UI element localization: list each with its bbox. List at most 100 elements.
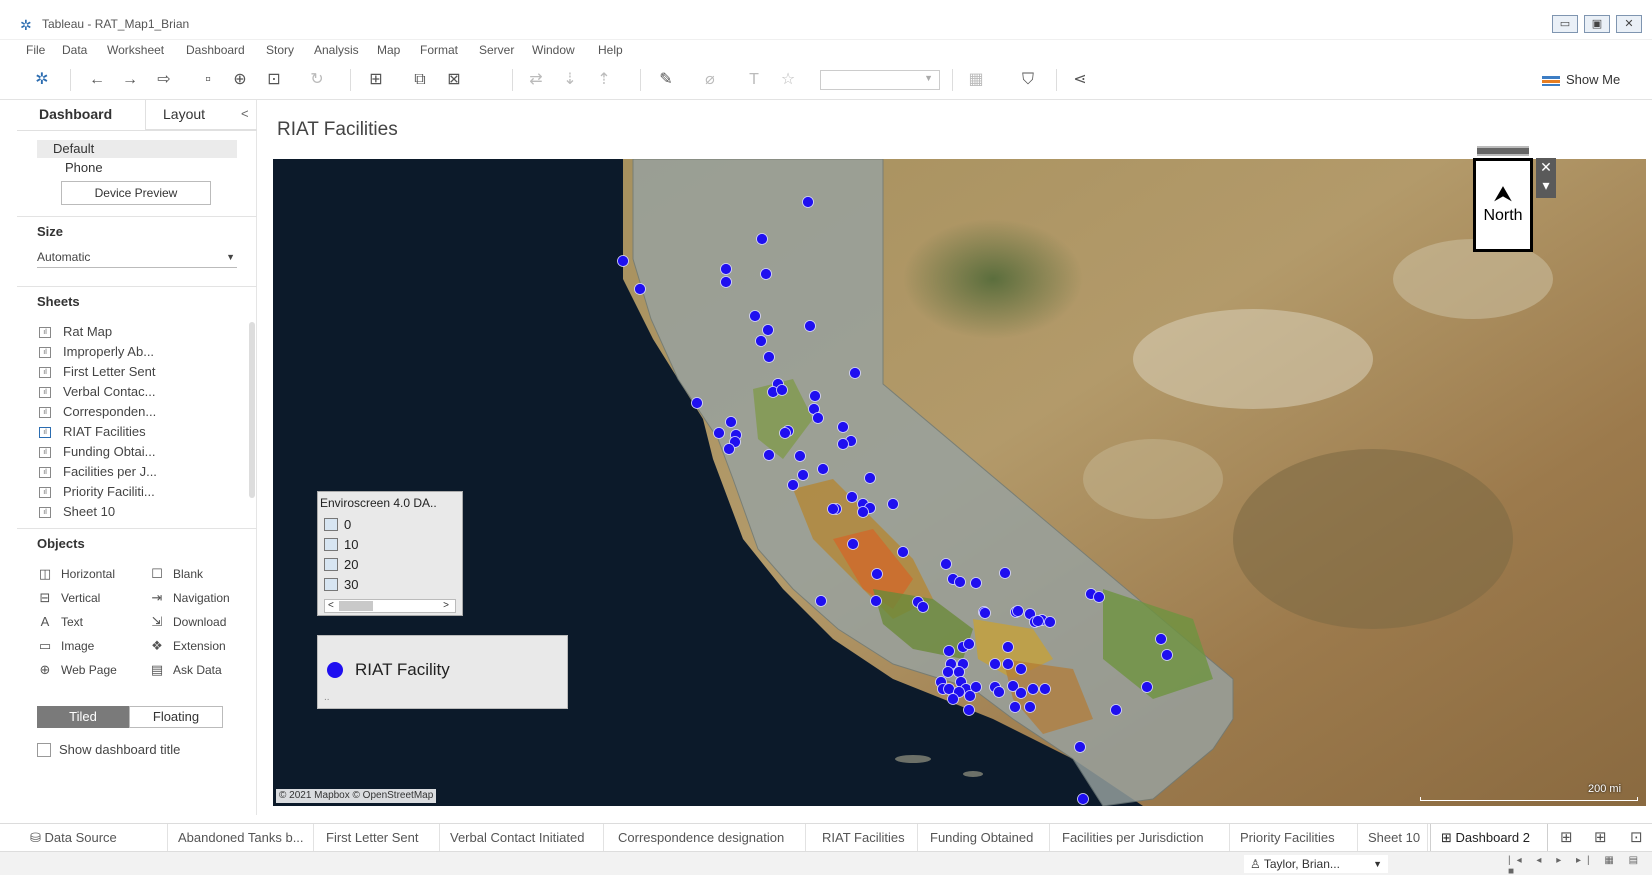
sheet-item-facilities-per-jurisdiction[interactable]: ıl Facilities per J... xyxy=(37,462,237,482)
share-icon[interactable]: ⋖ xyxy=(1068,68,1092,92)
riat-facility-marker[interactable] xyxy=(817,463,829,475)
object-web-page[interactable]: ⊕ Web Page xyxy=(37,660,117,680)
riat-facility-marker[interactable] xyxy=(897,546,909,558)
menu-help[interactable]: Help xyxy=(598,40,623,60)
riat-facility-marker[interactable] xyxy=(1024,701,1036,713)
riat-facility-marker[interactable] xyxy=(725,416,737,428)
riat-facility-marker[interactable] xyxy=(809,390,821,402)
device-default[interactable]: Default xyxy=(37,140,237,158)
tab-dashboard-2[interactable]: ⊞ Dashboard 2 xyxy=(1430,824,1548,852)
tab-verbal-contact-initiated[interactable]: Verbal Contact Initiated xyxy=(440,824,604,852)
highlight-icon[interactable]: ✎ xyxy=(654,68,678,92)
riat-facility-marker[interactable] xyxy=(762,324,774,336)
scroll-left-arrow[interactable]: < xyxy=(328,600,334,611)
riat-facility-marker[interactable] xyxy=(797,469,809,481)
sheet-item-rat-map[interactable]: ıl Rat Map xyxy=(37,322,237,342)
riat-facility-marker[interactable] xyxy=(763,351,775,363)
menu-map[interactable]: Map xyxy=(377,40,400,60)
new-worksheet-tab-icon[interactable]: ⊞ xyxy=(1560,824,1573,852)
swap-rows-columns-icon[interactable]: ⇄ xyxy=(524,68,548,92)
riat-facility-marker[interactable] xyxy=(954,576,966,588)
riat-facility-marker[interactable] xyxy=(794,450,806,462)
riat-facility-marker[interactable] xyxy=(870,595,882,607)
riat-facility-marker[interactable] xyxy=(776,384,788,396)
show-mark-labels-icon[interactable]: T xyxy=(742,68,766,92)
menu-file[interactable]: File xyxy=(26,40,45,60)
fit-dropdown[interactable]: ▼ xyxy=(820,70,940,90)
sheet-item-funding-obtained[interactable]: ıl Funding Obtai... xyxy=(37,442,237,462)
riat-facility-marker[interactable] xyxy=(691,397,703,409)
menu-data[interactable]: Data xyxy=(62,40,87,60)
sheet-item-priority-facilities[interactable]: ıl Priority Faciliti... xyxy=(37,482,237,502)
collapse-pane-button[interactable]: < xyxy=(241,106,249,121)
new-worksheet-icon[interactable]: ⊞ xyxy=(364,68,388,92)
riat-facility-marker[interactable] xyxy=(953,666,965,678)
riat-facility-marker[interactable] xyxy=(713,427,725,439)
riat-facility-marker[interactable] xyxy=(720,276,732,288)
save-icon[interactable]: ▫ xyxy=(196,68,220,92)
sheet-item-first-letter-sent[interactable]: ıl First Letter Sent xyxy=(37,362,237,382)
riat-facility-marker[interactable] xyxy=(887,498,899,510)
tab-funding-obtained[interactable]: Funding Obtained xyxy=(920,824,1050,852)
riat-facility-marker[interactable] xyxy=(849,367,861,379)
legend-item[interactable]: 20 xyxy=(324,557,358,572)
riat-facility-marker[interactable] xyxy=(1009,701,1021,713)
riat-facility-marker[interactable] xyxy=(947,693,959,705)
drag-handle[interactable] xyxy=(1477,146,1529,156)
object-ask-data[interactable]: ▤ Ask Data xyxy=(149,660,222,680)
sheet-item-correspondence[interactable]: ıl Corresponden... xyxy=(37,402,237,422)
sort-descending-icon[interactable]: ⇡ xyxy=(592,68,616,92)
show-cards-icon[interactable]: ▦ xyxy=(964,68,988,92)
tab-dashboard[interactable]: Dashboard xyxy=(39,106,112,122)
riat-facility-marker[interactable] xyxy=(943,645,955,657)
riat-facility-marker[interactable] xyxy=(964,690,976,702)
riat-facility-marker[interactable] xyxy=(963,638,975,650)
remove-object-button[interactable]: ✕ ▾ xyxy=(1536,158,1556,198)
floating-toggle[interactable]: Floating xyxy=(129,706,223,728)
size-dropdown[interactable]: Automatic ▼ xyxy=(37,246,237,268)
sheet-navigation-controls[interactable]: |◂ ◂ ▸ ▸| ▦ ▤ ■ xyxy=(1508,855,1652,875)
riat-facility-marker[interactable] xyxy=(779,427,791,439)
riat-facility-marker[interactable] xyxy=(989,658,1001,670)
riat-facility-marker[interactable] xyxy=(1074,741,1086,753)
riat-facility-marker[interactable] xyxy=(720,263,732,275)
group-members-icon[interactable]: ⌀ xyxy=(698,68,722,92)
riat-facility-marker[interactable] xyxy=(993,686,1005,698)
riat-facility-marker[interactable] xyxy=(917,601,929,613)
riat-facility-marker[interactable] xyxy=(1032,615,1044,627)
menu-story[interactable]: Story xyxy=(266,40,294,60)
sheet-item-sheet-10[interactable]: ıl Sheet 10 xyxy=(37,502,237,522)
tab-priority-facilities[interactable]: Priority Facilities xyxy=(1230,824,1358,852)
riat-facility-marker[interactable] xyxy=(1015,663,1027,675)
riat-facility-marker[interactable] xyxy=(837,438,849,450)
riat-facility-marker[interactable] xyxy=(1002,658,1014,670)
riat-facility-marker[interactable] xyxy=(1044,616,1056,628)
riat-facility-marker[interactable] xyxy=(815,595,827,607)
tab-riat-facilities[interactable]: RIAT Facilities xyxy=(812,824,918,852)
riat-facility-marker[interactable] xyxy=(846,491,858,503)
sheet-item-improperly-abandoned[interactable]: ıl Improperly Ab... xyxy=(37,342,237,362)
tab-abandoned-tanks[interactable]: Abandoned Tanks b... xyxy=(168,824,314,852)
object-blank[interactable]: ☐ Blank xyxy=(149,564,203,584)
legend-horizontal-scrollbar[interactable]: < > xyxy=(324,599,456,613)
tab-correspondence-designation[interactable]: Correspondence designation xyxy=(608,824,806,852)
replace-data-source-icon[interactable]: ⇨ xyxy=(152,68,176,92)
riat-facility-marker[interactable] xyxy=(1161,649,1173,661)
new-story-tab-icon[interactable]: ⊡ xyxy=(1630,824,1643,852)
riat-facility-marker[interactable] xyxy=(871,568,883,580)
riat-facility-marker[interactable] xyxy=(970,577,982,589)
map-attribution[interactable]: © 2021 Mapbox © OpenStreetMap xyxy=(276,789,437,803)
object-image[interactable]: ▭ Image xyxy=(37,636,95,656)
riat-facility-marker[interactable] xyxy=(723,443,735,455)
menu-format[interactable]: Format xyxy=(420,40,458,60)
riat-facility-marker[interactable] xyxy=(1077,793,1089,805)
riat-facility-marker[interactable] xyxy=(1093,591,1105,603)
riat-facility-marker[interactable] xyxy=(942,666,954,678)
maximize-button[interactable]: ▣ xyxy=(1584,15,1610,33)
riat-facility-marker[interactable] xyxy=(760,268,772,280)
riat-facility-marker[interactable] xyxy=(787,479,799,491)
riat-facility-marker[interactable] xyxy=(999,567,1011,579)
legend-item[interactable]: 10 xyxy=(324,537,358,552)
riat-facility-marker[interactable] xyxy=(1039,683,1051,695)
sheets-scrollbar[interactable] xyxy=(249,322,255,498)
